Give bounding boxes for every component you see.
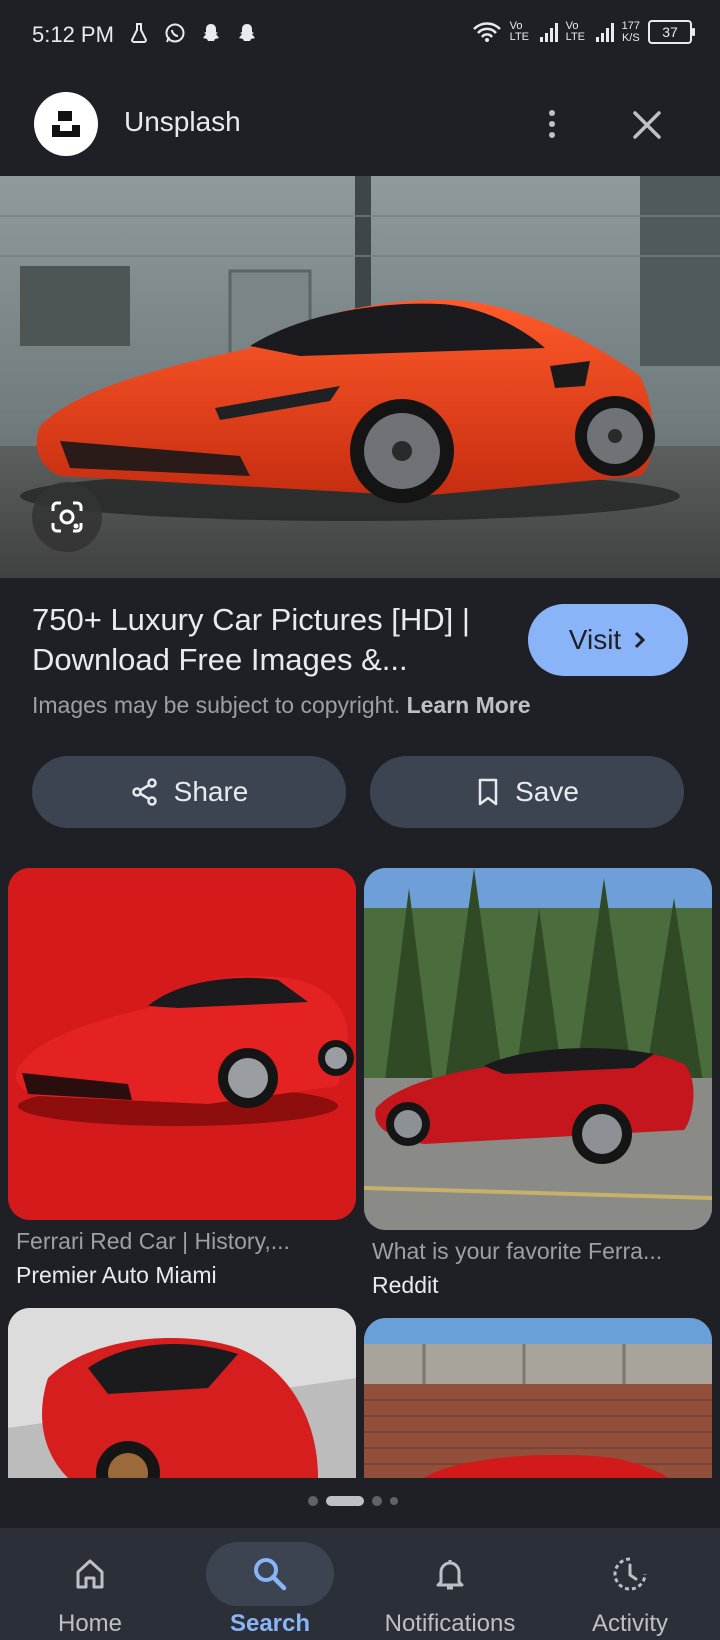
speed-unit: K/S (621, 32, 640, 44)
status-bar: 5:12 PM Vo LTE Vo LTE 177 K/S 37 (0, 0, 720, 72)
wifi-icon (472, 22, 501, 42)
google-lens-button[interactable] (32, 482, 102, 552)
home-icon (76, 1559, 104, 1589)
learn-more-link[interactable]: Learn More (407, 692, 531, 718)
car-photo (0, 176, 720, 578)
close-icon (633, 111, 661, 139)
nav-activity[interactable]: Activity (550, 1528, 710, 1640)
source-header: Unsplash (0, 82, 720, 166)
share-icon (131, 778, 157, 806)
nav-label: Activity (591, 1610, 668, 1637)
battery-icon: 37 (648, 20, 695, 44)
snapchat-icon (236, 22, 258, 44)
whatsapp-icon (164, 22, 186, 44)
visit-button[interactable]: Visit (528, 604, 688, 676)
close-button[interactable] (624, 102, 670, 148)
chevron-right-icon (635, 631, 646, 649)
nav-activity-icon-wrap (566, 1542, 694, 1606)
bookmark-icon (478, 778, 498, 806)
bell-icon (436, 1560, 464, 1590)
more-options-button[interactable] (532, 104, 572, 144)
status-time: 5:12 PM (32, 22, 114, 47)
network-speed: 177 K/S (622, 20, 640, 44)
related-source: Premier Auto Miami (16, 1262, 217, 1288)
unsplash-logo[interactable] (34, 92, 98, 156)
save-button[interactable]: Save (370, 756, 684, 828)
lens-icon (51, 501, 83, 533)
related-image[interactable] (8, 868, 356, 1220)
signal-icon (539, 22, 558, 42)
bottom-navigation: Home Search Notifications Activity (0, 1528, 720, 1640)
red-ferrari-photo (8, 868, 356, 1220)
nav-search[interactable]: Search (190, 1528, 350, 1640)
red-ferrari-studio-photo (8, 1308, 356, 1478)
nav-search-icon-wrap (206, 1542, 334, 1606)
search-icon (254, 1558, 287, 1591)
page-dot (390, 1497, 398, 1505)
signal-icon (595, 22, 614, 42)
network-label: Vo LTE (565, 20, 585, 43)
speed-value: 177 (621, 20, 640, 32)
nav-label: Notifications (384, 1610, 516, 1637)
related-image[interactable] (364, 868, 712, 1230)
related-source: Reddit (372, 1272, 439, 1298)
flask-icon (128, 22, 150, 44)
nav-home[interactable]: Home (10, 1528, 170, 1640)
page-dot-active (326, 1496, 364, 1506)
related-image[interactable] (364, 1318, 712, 1478)
share-button[interactable]: Share (32, 756, 346, 828)
notification-icons (128, 22, 258, 44)
activity-icon (613, 1557, 647, 1591)
ferrari-forest-photo (364, 868, 712, 1230)
site-name[interactable]: Unsplash (124, 106, 241, 138)
page-dot (372, 1496, 382, 1506)
related-caption[interactable]: What is your favorite Ferra... (372, 1238, 702, 1265)
nav-notifications-icon-wrap (386, 1542, 514, 1606)
related-caption[interactable]: Ferrari Red Car | History,... (16, 1228, 346, 1255)
result-title[interactable]: 750+ Luxury Car Pictures [HD] | Download… (32, 600, 502, 680)
nav-notifications[interactable]: Notifications (370, 1528, 530, 1640)
copyright-text: Images may be subject to copyright. (32, 692, 401, 718)
copyright-notice: Images may be subject to copyright. Lear… (32, 692, 531, 719)
main-image[interactable] (0, 176, 720, 578)
more-vertical-icon (549, 110, 555, 116)
page-indicator (308, 1496, 398, 1506)
visit-label: Visit (568, 624, 622, 655)
nav-label: Search (229, 1610, 311, 1637)
save-label: Save (515, 776, 579, 807)
ferrari-brick-wall-photo (364, 1318, 712, 1478)
nav-label: Home (57, 1610, 123, 1637)
snapchat-icon (200, 22, 222, 44)
battery-level: 37 (662, 24, 678, 40)
network-label: Vo LTE (509, 20, 529, 43)
related-image[interactable] (8, 1308, 356, 1478)
status-right: Vo LTE Vo LTE 177 K/S 37 (472, 20, 695, 44)
page-dot (308, 1496, 318, 1506)
share-label: Share (173, 776, 249, 807)
nav-home-icon-wrap (26, 1542, 154, 1606)
